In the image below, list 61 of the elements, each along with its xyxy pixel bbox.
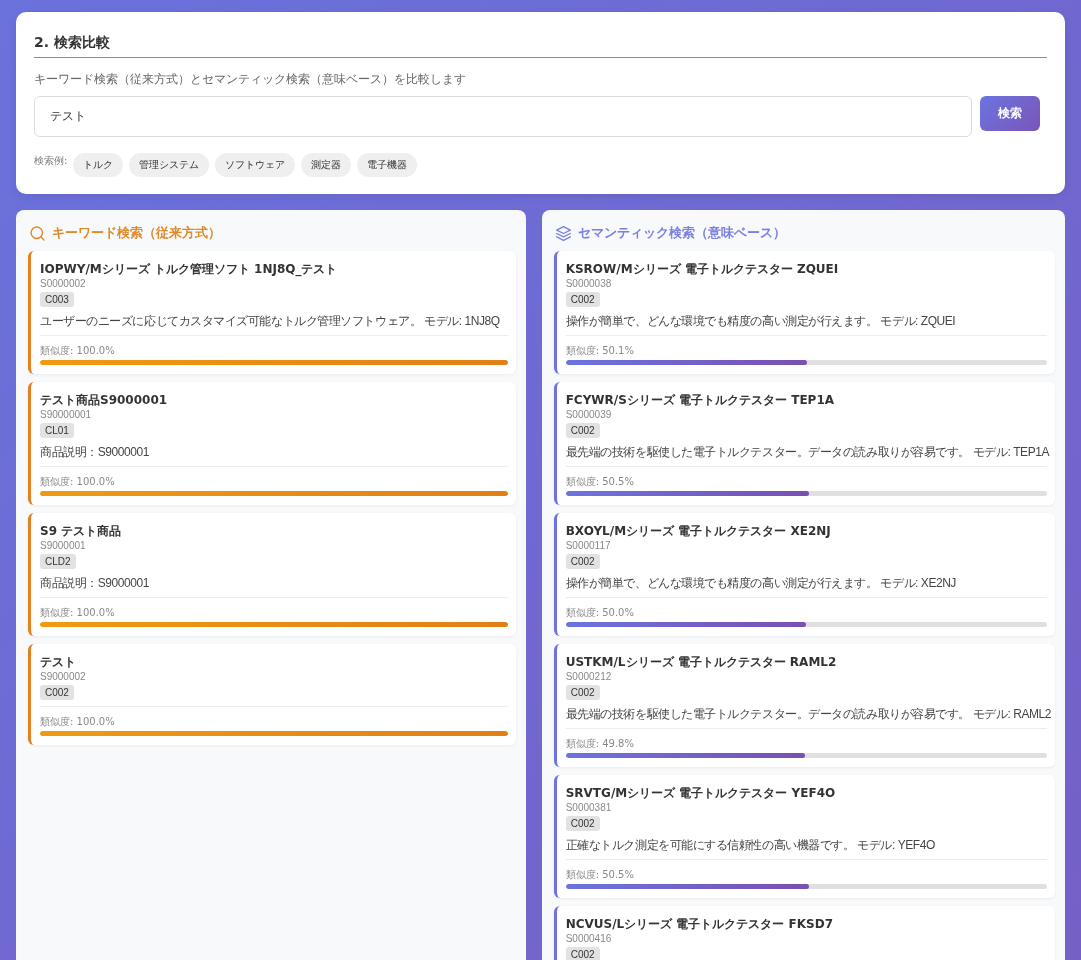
similarity-label: 類似度: 50.5% xyxy=(565,868,635,882)
product-description: 商品説明：S9000001 xyxy=(40,445,149,459)
examples-label: 検索例: xyxy=(34,155,68,167)
product-name: BXOYL/Mシリーズ 電子トルクテスター XE2NJ xyxy=(565,523,832,539)
product-description: 操作が簡単で、どんな環境でも精度の高い測定が行えます。 モデル: ZQUEI xyxy=(565,314,956,328)
category-tag: C003 xyxy=(40,292,74,307)
product-name: USTKM/Lシリーズ 電子トルクテスター RAML2 xyxy=(565,654,838,670)
product-name: KSROW/Mシリーズ 電子トルクテスター ZQUEI xyxy=(565,261,840,277)
category-tag: C002 xyxy=(565,947,600,960)
similarity-label: 類似度: 100.0% xyxy=(40,715,116,729)
product-name: テスト xyxy=(40,654,77,670)
similarity-label: 類似度: 49.8% xyxy=(565,737,635,751)
product-name: FCYWR/Sシリーズ 電子トルクテスター TEP1A xyxy=(565,392,836,408)
product-name: IOPWY/Mシリーズ トルク管理ソフト 1NJ8Q_テスト xyxy=(40,261,339,277)
product-name: テスト商品S9000001 xyxy=(40,392,169,408)
panel-title: セマンティック検索（意味ベース） xyxy=(577,225,786,241)
product-description: 最先端の技術を駆使した電子トルクテスター。データの読み取りが容易です。 モデル: TEP1A xyxy=(565,445,1049,459)
product-code: S90000001 xyxy=(40,408,93,422)
similarity-label: 類似度: 50.5% xyxy=(565,475,635,489)
product-code: S0000038 xyxy=(565,277,613,291)
search-field[interactable]: テスト xyxy=(34,96,972,137)
category-tag: CLD2 xyxy=(40,554,76,569)
product-description: 最先端の技術を駆使した電子トルクテスター。データの読み取りが容易です。 モデル: RAML2 xyxy=(565,707,1051,721)
example-chip[interactable]: トルク xyxy=(73,153,124,177)
product-description: 操作が簡単で、どんな環境でも精度の高い測定が行えます。 モデル: XE2NJ xyxy=(565,576,956,590)
product-code: S0000002 xyxy=(40,277,87,291)
product-code: S0000039 xyxy=(565,408,613,422)
similarity-label: 類似度: 100.0% xyxy=(40,475,116,489)
similarity-label: 類似度: 50.0% xyxy=(565,606,635,620)
category-tag: C002 xyxy=(565,685,600,700)
product-code: S9000002 xyxy=(40,670,87,684)
example-chip[interactable]: 電子機器 xyxy=(357,153,418,177)
layers-icon xyxy=(555,225,571,241)
product-code: S0000117 xyxy=(565,539,612,553)
similarity-label: 類似度: 100.0% xyxy=(40,606,116,620)
product-name: NCVUS/Lシリーズ 電子トルクテスター FKSD7 xyxy=(565,916,835,932)
category-tag: C002 xyxy=(565,292,600,307)
product-code: S9000001 xyxy=(40,539,87,553)
product-description: 正確なトルク測定を可能にする信頼性の高い機器です。 モデル: YEF4O xyxy=(565,838,935,852)
product-name: S9 テスト商品 xyxy=(40,523,123,539)
description-text: キーワード検索（従来方式）とセマンティック検索（意味ベース）を比較します xyxy=(34,72,467,86)
category-tag: C002 xyxy=(40,685,74,700)
category-tag: C002 xyxy=(565,816,600,831)
panel-title: キーワード検索（従来方式） xyxy=(52,225,221,241)
product-description: ユーザーのニーズに応じてカスタマイズ可能なトルク管理ソフトウェア。 モデル: 1NJ8Q xyxy=(40,314,500,328)
section-title: 2. 検索比較 xyxy=(34,34,1047,58)
similarity-label: 類似度: 50.1% xyxy=(565,344,635,358)
category-tag: CL01 xyxy=(40,423,74,438)
search-icon xyxy=(30,225,45,241)
similarity-label: 類似度: 100.0% xyxy=(40,344,116,358)
example-chip[interactable]: ソフトウェア xyxy=(215,153,296,177)
product-code: S0000416 xyxy=(565,932,613,946)
example-chip[interactable]: 測定器 xyxy=(301,153,352,177)
product-description: 商品説明：S9000001 xyxy=(40,576,149,590)
product-name: SRVTG/Mシリーズ 電子トルクテスター YEF4O xyxy=(565,785,837,801)
product-code: S0000212 xyxy=(565,670,613,684)
search-button[interactable]: 検索 xyxy=(980,96,1040,131)
product-code: S0000381 xyxy=(565,801,613,815)
category-tag: C002 xyxy=(565,554,600,569)
category-tag: C002 xyxy=(565,423,600,438)
example-chip[interactable]: 管理システム xyxy=(129,153,210,177)
